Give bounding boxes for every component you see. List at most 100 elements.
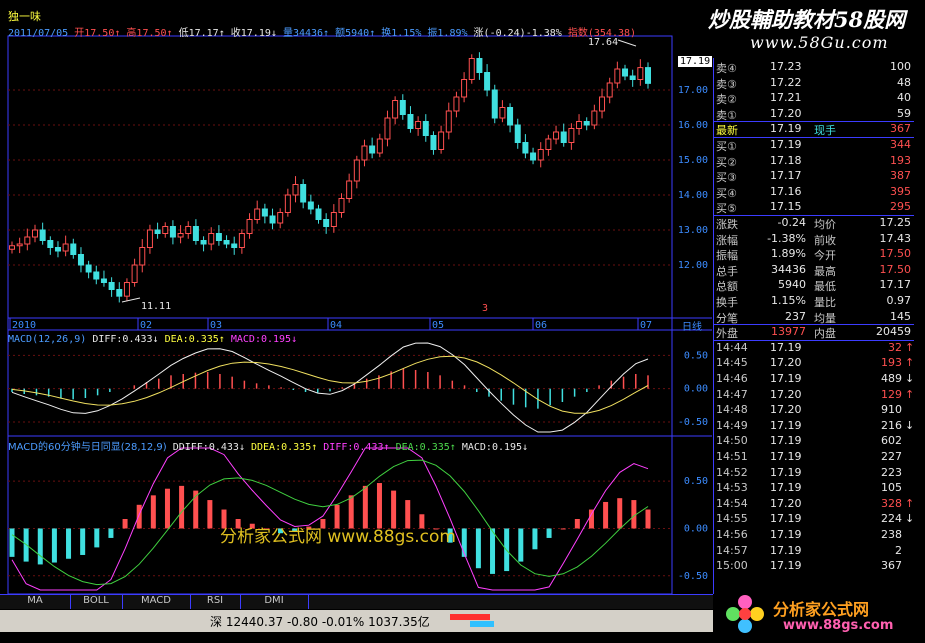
brand-banner-bottom: 分析家公式网 www.88gs.com — [713, 590, 925, 643]
buy-price: 17.18 — [770, 153, 802, 167]
current-hand-label: 现手 — [814, 124, 836, 138]
macd60-value: 0.195 — [491, 442, 523, 453]
candle-body — [162, 226, 169, 234]
chart-canvas[interactable]: 12.00 13.00 14.00 15.00 16.00 17.00 2010 02 03 04… — [0, 0, 713, 594]
macd60-bar — [136, 504, 142, 529]
tick-row[interactable]: 14:45 17.20 193 ↑ — [714, 356, 914, 370]
tick-row[interactable]: 14:57 17.19 2 — [714, 544, 914, 558]
buy-row[interactable]: 买② 17.18 193 — [714, 153, 914, 169]
volume-value: 34436 — [292, 28, 324, 39]
sell-row[interactable]: 卖④ 17.23 100 — [714, 60, 914, 75]
tick-row[interactable]: 14:47 17.20 129 ↑ — [714, 388, 914, 402]
tick-price: 17.19 — [770, 543, 802, 557]
buy-price: 17.16 — [770, 184, 802, 198]
tab-dmi[interactable]: DMI — [240, 595, 309, 609]
stat-value: 1.89% — [771, 247, 806, 261]
market-index: 深 12440.37 -0.80 -0.01% 1037.35亿 — [210, 613, 430, 630]
tab-rsi[interactable]: RSI — [190, 595, 241, 609]
indicator-tabs: MA BOLL MACD RSI DMI — [0, 594, 713, 609]
tick-row[interactable]: 15:00 17.19 367 — [714, 559, 914, 573]
candle-body — [192, 226, 199, 241]
stat-row[interactable]: 涨跌 -0.24 均价 17.25 — [714, 216, 914, 231]
stat-row[interactable]: 总额 5940 最低 17.17 — [714, 278, 914, 293]
tick-row[interactable]: 14:50 17.19 602 — [714, 434, 914, 448]
tab-macd[interactable]: MACD — [122, 595, 191, 609]
stat-row[interactable]: 涨幅 -1.38% 前收 17.43 — [714, 231, 914, 247]
price-tick-label: 17.00 — [678, 85, 708, 96]
down-arrow-icon: ↓ — [905, 418, 915, 432]
latest-row[interactable]: 最新 17.19 现手 367 — [714, 122, 914, 138]
brand-bottom-url: www.88gs.com — [783, 618, 894, 633]
macd60-diff-line — [11, 447, 649, 591]
candle-body — [330, 212, 337, 227]
candle-body — [169, 226, 176, 238]
up-arrow-icon: ↑ — [449, 442, 456, 453]
candle-body — [100, 278, 107, 283]
price-tick-label: 15.00 — [678, 155, 708, 166]
sell-volume: 40 — [897, 91, 911, 105]
sell-row[interactable]: 卖③ 17.22 48 — [714, 76, 914, 91]
macd60-bar — [179, 485, 185, 529]
tick-row[interactable]: 14:55 17.19 224 ↓ — [714, 512, 914, 526]
dea60-value: 0.335 — [419, 442, 450, 453]
down-arrow-icon: ↓ — [270, 28, 277, 39]
sell-row[interactable]: 卖① 17.20 59 — [714, 107, 914, 122]
stat-value: 17.43 — [879, 231, 912, 245]
tick-row[interactable]: 14:49 17.19 216 ↓ — [714, 419, 914, 433]
macd60-bar — [150, 495, 156, 529]
event-marker[interactable]: 3 — [482, 303, 488, 314]
tick-volume: 367 — [881, 559, 902, 573]
buy-row[interactable]: 买① 17.19 344 — [714, 138, 914, 153]
macd60-tick-label: 0.50 — [684, 476, 708, 487]
macd60-bar — [546, 528, 552, 538]
tick-row[interactable]: 14:54 17.20 328 ↑ — [714, 497, 914, 511]
tab-ma[interactable]: MA — [0, 595, 71, 609]
macd60-bar — [66, 528, 72, 559]
buy-row[interactable]: 买③ 17.17 387 — [714, 169, 914, 184]
buy-volume: 193 — [890, 153, 911, 167]
down-arrow-icon: ↓ — [905, 372, 915, 385]
up-arrow-icon: ↑ — [383, 442, 390, 453]
stat-row[interactable]: 总手 34436 最高 17.50 — [714, 262, 914, 278]
period-label[interactable]: 日线 — [682, 318, 702, 333]
price-info-line: 2011/07/05 开17.50↑ 高17.50↑ 低17.17↑ 收17.1… — [8, 24, 636, 39]
tick-price: 17.19 — [770, 481, 802, 495]
candle-body — [292, 184, 299, 196]
tick-row[interactable]: 14:52 17.19 223 — [714, 466, 914, 480]
time-tick-label: 04 — [330, 320, 342, 331]
macd60-bar — [51, 528, 57, 563]
tab-boll[interactable]: BOLL — [70, 595, 123, 609]
macd-tick-label: 0.00 — [684, 384, 708, 395]
dea-label: DEA: — [164, 334, 189, 345]
stat-row[interactable]: 分笔 237 均量 145 — [714, 310, 914, 325]
flower-logo-icon — [726, 595, 764, 633]
macd60-bar — [207, 500, 213, 529]
stat-row[interactable]: 换手 1.15% 量比 0.97 — [714, 294, 914, 309]
diff60-value: 0.433 — [353, 442, 384, 453]
open-value: 17.50 — [84, 28, 115, 39]
outer-inner-row[interactable]: 外盘 13977 内盘 20459 — [714, 325, 914, 340]
tick-time: 14:56 — [716, 528, 748, 541]
tick-row[interactable]: 14:46 17.19 489 ↓ — [714, 372, 914, 386]
macd60-bar — [108, 528, 114, 538]
sell-row[interactable]: 卖② 17.21 40 — [714, 91, 914, 106]
stat-value: 34436 — [771, 262, 806, 276]
close-label: 收 — [230, 28, 241, 39]
tick-price: 17.20 — [770, 356, 802, 370]
buy-row[interactable]: 买④ 17.16 395 — [714, 184, 914, 200]
tick-row[interactable]: 14:51 17.19 227 — [714, 450, 914, 464]
tick-row[interactable]: 14:56 17.19 238 — [714, 528, 914, 542]
tick-row[interactable]: 14:53 17.19 105 — [714, 481, 914, 495]
tick-volume: 216 — [881, 418, 902, 432]
up-arrow-icon: ↑ — [114, 28, 121, 39]
buy-row[interactable]: 买⑤ 17.15 295 — [714, 200, 914, 215]
stat-row[interactable]: 振幅 1.89% 今开 17.50 — [714, 247, 914, 262]
stat-label: 均量 — [814, 311, 836, 325]
tick-row[interactable]: 14:48 17.20 910 — [714, 403, 914, 417]
chart-area[interactable]: 12.00 13.00 14.00 15.00 16.00 17.00 2010 02 03 04… — [0, 0, 713, 594]
dea-value: 0.335 — [188, 334, 219, 345]
candle-body — [307, 201, 314, 210]
sell-volume: 100 — [890, 60, 911, 73]
tick-row[interactable]: 14:44 17.19 32 ↑ — [714, 341, 914, 355]
price-tick-label: 14.00 — [678, 190, 708, 201]
